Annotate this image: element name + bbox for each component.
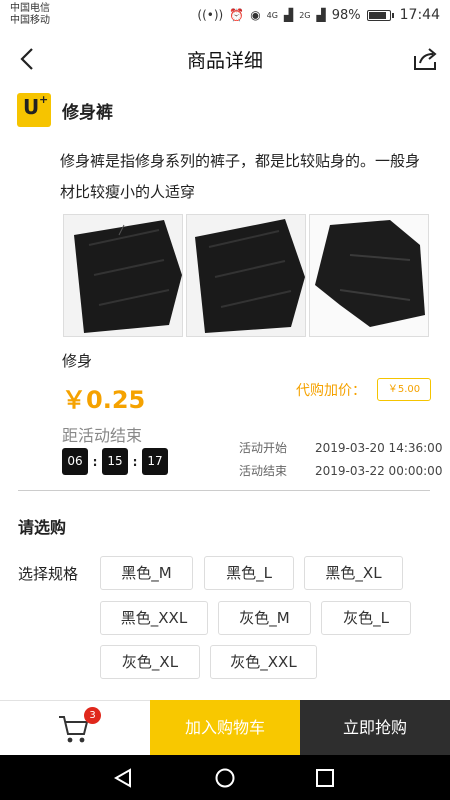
pants-image-icon	[315, 220, 425, 327]
nav-back-icon[interactable]	[112, 767, 134, 789]
signal-icon: ▟	[283, 8, 294, 22]
product-image[interactable]	[186, 214, 306, 337]
proxy-fee-label: 代购加价：	[296, 383, 366, 399]
carrier-1: 中国电信	[10, 3, 50, 14]
purchase-heading: 请选购	[18, 518, 67, 537]
system-nav-bar	[0, 755, 450, 800]
share-button[interactable]	[412, 46, 438, 72]
nav-recents-icon[interactable]	[314, 767, 336, 789]
spec-option[interactable]: 黑色_XL	[304, 556, 403, 590]
signal-2g-label: 2G	[299, 10, 311, 20]
divider	[18, 490, 430, 491]
countdown-timer: 06 : 15 : 17	[62, 448, 168, 475]
product-description: 修身裤是指修身系列的裤子，都是比较贴身的。一般身材比较瘦小的人适穿	[60, 152, 421, 201]
countdown-separator: :	[92, 454, 98, 469]
battery-icon	[366, 9, 391, 21]
activity-start-time: 2019-03-20 14:36:00	[315, 440, 443, 455]
activity-start-label: 活动开始	[239, 441, 288, 455]
battery-cap	[391, 12, 394, 18]
bottom-action-bar: 3 加入购物车 立即抢购	[0, 700, 450, 755]
countdown-minutes: 15	[102, 448, 128, 475]
nav-home-icon[interactable]	[214, 767, 236, 789]
product-image[interactable]	[63, 214, 183, 337]
spec-option[interactable]: 灰色_XL	[100, 645, 200, 679]
clock: 17:44	[399, 7, 440, 23]
logo-plus: +	[39, 93, 49, 106]
product-images	[63, 214, 429, 337]
status-bar: 中国电信 中国移动 ((•)) ⏰ ◉ 4G ▟ 2G ▟ 98% 17:44	[0, 0, 450, 34]
spec-option[interactable]: 灰色_M	[218, 601, 311, 635]
product-name: 修身裤	[62, 103, 113, 123]
carrier-2: 中国移动	[10, 15, 50, 26]
status-icons: ((•)) ⏰ ◉ 4G ▟ 2G ▟ 98% 17:44	[197, 7, 440, 23]
eye-icon: ◉	[250, 8, 261, 22]
proxy-fee-value: ￥5.00	[377, 378, 431, 401]
product-image[interactable]	[309, 214, 429, 337]
spec-option[interactable]: 黑色_L	[204, 556, 294, 590]
signal-icon-2: ▟	[316, 8, 326, 22]
activity-times: 活动开始 2019-03-20 14:36:00 活动结束 2019-03-22…	[239, 436, 442, 482]
brand-logo: U +	[17, 93, 51, 127]
page-title: 商品详细	[186, 50, 263, 72]
pants-image-icon	[195, 219, 305, 333]
hotspot-icon: ((•))	[197, 8, 224, 22]
countdown-seconds: 17	[142, 448, 168, 475]
countdown-hours: 06	[62, 448, 88, 475]
spec-option[interactable]: 灰色_XXL	[210, 645, 317, 679]
product-price: ￥0.25	[62, 386, 146, 414]
pants-image-icon	[74, 220, 182, 333]
activity-end-time: 2019-03-22 00:00:00	[315, 463, 443, 478]
countdown-separator: :	[132, 454, 138, 469]
title-bar: 商品详细	[0, 34, 450, 84]
cart-count-badge: 3	[84, 707, 101, 724]
carrier-info: 中国电信 中国移动	[10, 3, 50, 27]
add-to-cart-button[interactable]: 加入购物车	[150, 700, 300, 755]
cart-button[interactable]: 3	[0, 701, 150, 756]
activity-end-row: 活动结束 2019-03-22 00:00:00	[239, 459, 442, 482]
signal-4g-label: 4G	[266, 10, 278, 20]
logo-letter: U	[23, 95, 40, 119]
activity-end-label: 活动结束	[239, 464, 288, 478]
spec-option[interactable]: 黑色_XXL	[100, 601, 208, 635]
product-tag: 修身	[62, 352, 93, 370]
buy-now-button[interactable]: 立即抢购	[300, 700, 450, 755]
spec-label: 选择规格	[18, 565, 79, 583]
share-icon	[414, 48, 437, 70]
activity-start-row: 活动开始 2019-03-20 14:36:00	[239, 436, 442, 459]
spec-option[interactable]: 灰色_L	[321, 601, 411, 635]
battery-percent: 98%	[331, 7, 361, 23]
countdown-label: 距活动结束	[62, 426, 143, 445]
spec-option[interactable]: 黑色_M	[100, 556, 193, 590]
alarm-icon: ⏰	[229, 8, 245, 22]
